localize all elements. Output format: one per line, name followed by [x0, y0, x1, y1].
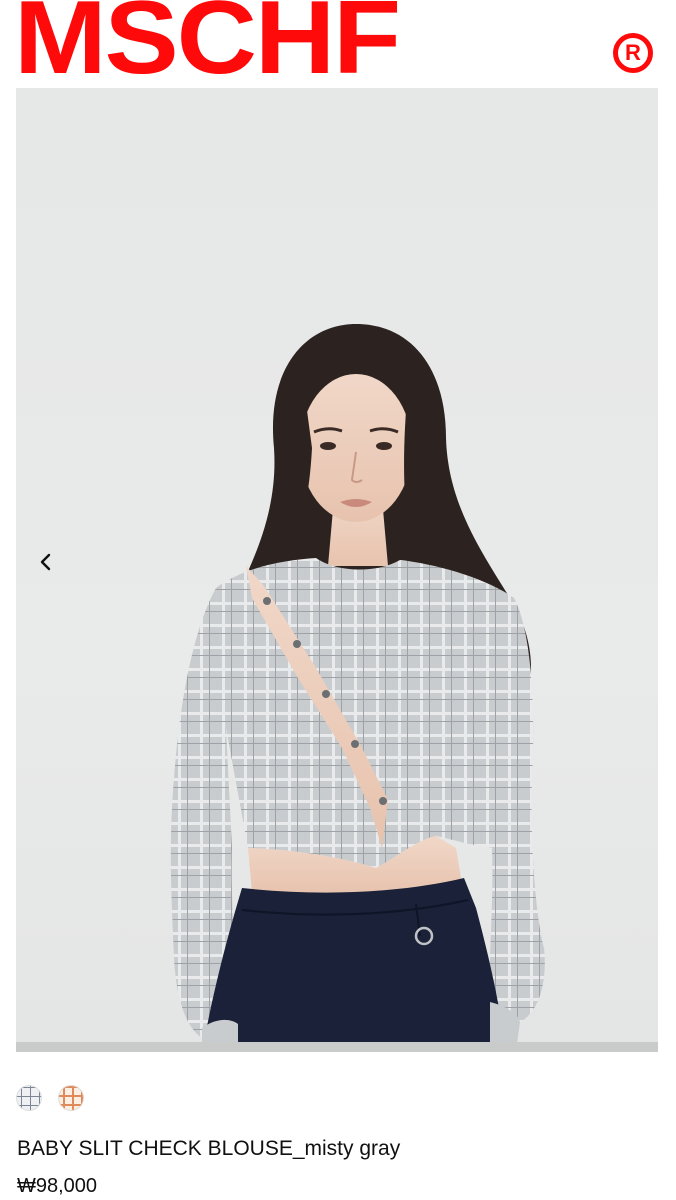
gallery-floor: [16, 1042, 658, 1052]
product-image-gallery[interactable]: [16, 88, 658, 1052]
product-photo: [170, 324, 545, 1052]
brand-logo[interactable]: MSCHF: [14, 0, 401, 90]
gallery-prev-button[interactable]: [34, 550, 58, 574]
product-price: ₩98,000: [17, 1175, 98, 1197]
swatch-orange[interactable]: [58, 1085, 84, 1111]
product-name[interactable]: BABY SLIT CHECK BLOUSE_misty gray: [17, 1135, 400, 1163]
swatch-misty-gray[interactable]: [16, 1085, 42, 1111]
site-header: MSCHF R: [0, 0, 676, 90]
registered-trademark-icon: R: [613, 33, 653, 73]
chevron-left-icon: [40, 553, 51, 571]
